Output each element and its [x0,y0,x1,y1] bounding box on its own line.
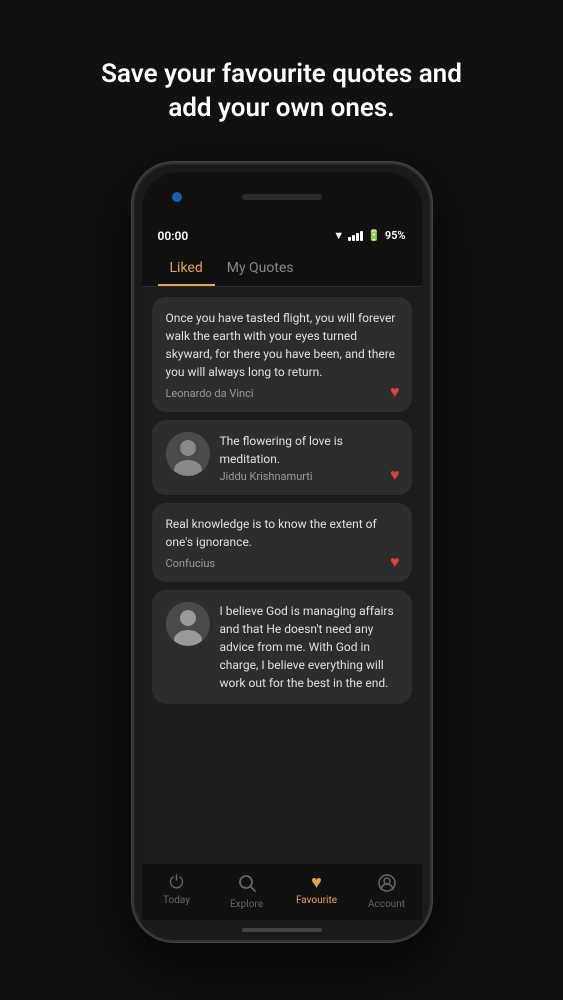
quote-text-2: The flowering of love is meditation. [220,432,398,468]
quote-card-1: Once you have tasted flight, you will fo… [152,297,412,412]
nav-explore[interactable]: Explore [212,870,282,914]
quote-text-3: Real knowledge is to know the extent of … [166,515,398,551]
avatar-image-2 [166,432,210,476]
avatar-2 [166,432,210,476]
explore-label: Explore [230,899,263,910]
quote-text-4: I believe God is managing affairs and th… [220,602,398,692]
status-time: 00:00 [158,229,189,243]
quote-author-3: Confucius [166,557,398,570]
tab-liked[interactable]: Liked [158,250,215,286]
heart-icon-3[interactable]: ♥ [390,552,400,572]
favourite-icon: ♥ [311,874,322,892]
quote-card-3: Real knowledge is to know the extent of … [152,503,412,582]
phone-screen: 00:00 ▼ 🔋 95% [142,172,422,920]
quote-text-1: Once you have tasted flight, you will fo… [166,309,398,381]
status-icons: ▼ 🔋 95% [333,229,405,242]
account-icon [378,874,396,896]
quote-card-4: I believe God is managing affairs and th… [152,590,412,704]
tab-my-quotes[interactable]: My Quotes [215,250,306,286]
quotes-list: Once you have tasted flight, you will fo… [142,287,422,864]
quote-content-4: I believe God is managing affairs and th… [220,602,398,692]
bottom-nav: ⏻ Today Explore ♥ Favourite [142,864,422,920]
nav-favourite[interactable]: ♥ Favourite [282,870,352,914]
nav-account[interactable]: Account [352,870,422,914]
phone-bottom [134,920,430,940]
speaker-bar [242,194,322,200]
page-title: Save your favourite quotes and add your … [50,28,513,146]
quote-card-2: The flowering of love is meditation. Jid… [152,420,412,495]
today-icon: ⏻ [169,874,183,892]
header-section: Save your favourite quotes and add your … [0,0,563,162]
camera-dot [172,192,182,202]
content-tabs: Liked My Quotes [142,250,422,287]
quote-content-2: The flowering of love is meditation. Jid… [220,432,398,483]
status-bar: 00:00 ▼ 🔋 95% [142,222,422,250]
battery-percentage: 95% [385,229,406,242]
favourite-label: Favourite [296,895,337,906]
nav-today[interactable]: ⏻ Today [142,870,212,914]
quote-author-1: Leonardo da Vinci [166,387,398,400]
phone-frame: 00:00 ▼ 🔋 95% [132,162,432,942]
phone-top-bar [142,172,422,222]
quote-row-2: The flowering of love is meditation. Jid… [166,432,398,483]
signal-icon [348,231,363,241]
avatar-4 [166,602,210,646]
home-indicator [242,928,322,932]
account-label: Account [368,899,405,910]
wifi-icon: ▼ [333,229,344,242]
heart-icon-1[interactable]: ♥ [390,382,400,402]
heart-icon-2[interactable]: ♥ [390,465,400,485]
today-label: Today [163,895,190,906]
phone-mockup: 00:00 ▼ 🔋 95% [127,162,437,1000]
avatar-image-4 [166,602,210,646]
explore-icon [238,874,256,896]
battery-icon: 🔋 [367,229,381,242]
quote-author-2: Jiddu Krishnamurti [220,470,398,483]
